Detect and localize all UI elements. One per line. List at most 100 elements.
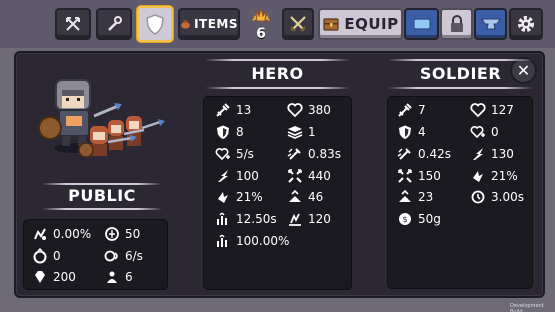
- skill-rate-icon: [215, 233, 231, 249]
- soldier-stat-cost: 50g: [397, 210, 441, 228]
- crossed-arrows-button[interactable]: [55, 8, 91, 40]
- hero-title-line-bottom: [205, 87, 350, 89]
- soldier-stat-attack: 7: [397, 101, 426, 119]
- hero-stat-skill-damage: 120: [287, 210, 331, 228]
- stat-value: 6: [125, 270, 133, 284]
- equip-button[interactable]: EQUIP: [318, 8, 403, 40]
- chest-icon: [323, 18, 339, 31]
- stat-value: 5/s: [236, 147, 254, 161]
- regen-icon: [470, 124, 486, 140]
- lock-button[interactable]: [440, 8, 473, 40]
- speed-icon: [215, 168, 231, 184]
- character-portrait: [34, 68, 174, 163]
- hero-stat-crit-damage: 46: [287, 188, 323, 206]
- crit-icon: [470, 168, 486, 184]
- attack-speed-icon: [287, 146, 303, 162]
- soldier-stat-range: 150: [397, 167, 441, 185]
- crossed-swords-icon: [290, 16, 306, 32]
- swords-button[interactable]: [282, 8, 314, 40]
- stat-value: 0: [53, 249, 61, 263]
- hero-stat-attack: 13: [215, 101, 251, 119]
- stat-value: 50g: [418, 212, 441, 226]
- scroll-icon: [412, 18, 431, 30]
- speed-icon: [470, 146, 486, 162]
- public-stat-crit-chance: 0.00%: [32, 225, 91, 243]
- attack-icon: [215, 102, 231, 118]
- stat-value: 120: [308, 212, 331, 226]
- soldier-title-line-bottom: [388, 87, 533, 89]
- hero-title-line-top: [205, 59, 350, 61]
- hero-stat-health: 380: [287, 101, 331, 119]
- armor-icon: [397, 124, 413, 140]
- public-title-line-bottom: [42, 208, 162, 210]
- stat-value: 6/s: [125, 249, 143, 263]
- level-number: 6: [256, 26, 266, 42]
- hero-stat-attack-speed: 0.83s: [287, 145, 341, 163]
- settings-button[interactable]: [509, 8, 543, 40]
- stat-value: 100: [236, 169, 259, 183]
- stat-value: 440: [308, 169, 331, 183]
- stat-value: 21%: [236, 190, 263, 204]
- magic-wand-button[interactable]: [96, 8, 132, 40]
- stat-value: 7: [418, 103, 426, 117]
- stat-value: 13: [236, 103, 252, 117]
- gem-icon: [32, 269, 48, 285]
- attack-speed-icon: [397, 146, 413, 162]
- lock-icon: [450, 15, 463, 32]
- population-icon: [104, 269, 120, 285]
- crit-icon: [215, 189, 231, 205]
- soldier-stat-crit: 21%: [470, 167, 518, 185]
- health-icon: [287, 102, 303, 118]
- crit-damage-icon: [287, 189, 303, 205]
- armor-icon: [215, 124, 231, 140]
- soldier-title-line-top: [388, 59, 533, 61]
- stat-value: 380: [308, 103, 331, 117]
- regen-icon: [215, 146, 231, 162]
- stat-value: 150: [418, 169, 441, 183]
- soldier-stat-respawn: 3.00s: [470, 188, 524, 206]
- soldier-stat-health: 127: [470, 101, 514, 119]
- items-label: ITEMS: [194, 17, 238, 31]
- crown-wings-icon: [250, 7, 272, 22]
- stat-value: 0.42s: [418, 147, 451, 161]
- crit-damage-icon: [397, 189, 413, 205]
- stat-value: 23: [418, 190, 434, 204]
- public-stat-coins: 50: [104, 225, 140, 243]
- hero-and-soldiers-image: [38, 79, 165, 158]
- stat-value: 8: [236, 125, 244, 139]
- respawn-icon: [470, 189, 486, 205]
- public-stat-coin-rate: 6/s: [104, 247, 143, 265]
- attack-icon: [397, 102, 413, 118]
- hero-stat-speed: 100: [215, 167, 259, 185]
- hero-title: HERO: [251, 64, 304, 83]
- wand-icon: [108, 16, 122, 31]
- anvil-button[interactable]: [474, 8, 507, 40]
- public-stat-population: 6: [104, 268, 133, 286]
- soldier-stat-crit-damage: 23: [397, 188, 433, 206]
- public-title-line-top: [42, 183, 162, 185]
- gear-icon: [518, 16, 534, 32]
- ring-icon: [32, 248, 48, 264]
- shield-icon: [146, 14, 164, 35]
- range-icon: [287, 168, 303, 184]
- skill-damage-icon: [287, 211, 303, 227]
- crossed-arrows-icon: [66, 17, 80, 31]
- range-icon: [397, 168, 413, 184]
- health-icon: [470, 102, 486, 118]
- soldier-title: SOLDIER: [419, 64, 502, 83]
- stat-value: 0.00%: [53, 227, 92, 241]
- scroll-button[interactable]: [404, 8, 439, 40]
- public-title: PUBLIC: [68, 186, 136, 205]
- stat-value: 130: [491, 147, 514, 161]
- public-stat-ring: 0: [32, 247, 61, 265]
- shield-tab-button[interactable]: [137, 6, 173, 42]
- coin-rate-icon: [104, 248, 120, 264]
- stat-value: 200: [53, 270, 76, 284]
- soldier-stat-armor: 4: [397, 123, 426, 141]
- soldier-stat-speed: 130: [470, 145, 514, 163]
- dev-build-label: Development Build: [510, 303, 544, 312]
- items-button[interactable]: ITEMS: [178, 8, 240, 40]
- hero-stat-crit: 21%: [215, 188, 263, 206]
- stat-value: 3.00s: [491, 190, 524, 204]
- stat-value: 46: [308, 190, 324, 204]
